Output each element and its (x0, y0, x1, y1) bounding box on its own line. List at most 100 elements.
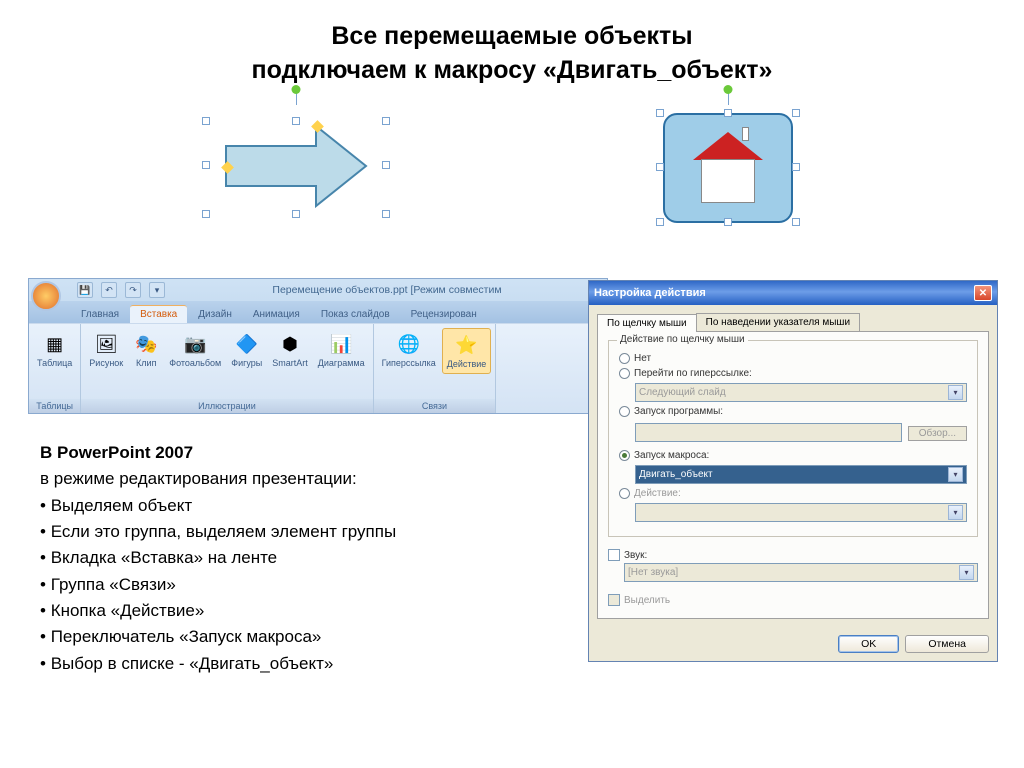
resize-handle[interactable] (202, 161, 210, 169)
radio-macro[interactable]: Запуск макроса: (619, 450, 967, 461)
undo-icon[interactable]: ↶ (101, 282, 117, 298)
picture-button[interactable]: 🖼Рисунок (85, 328, 127, 372)
radio-icon (619, 368, 630, 379)
list-item: Кнопка «Действие» (40, 598, 580, 624)
list-item: Группа «Связи» (40, 572, 580, 598)
redo-icon[interactable]: ↷ (125, 282, 141, 298)
ribbon-tabs: Главная Вставка Дизайн Анимация Показ сл… (29, 301, 607, 323)
radio-icon (619, 488, 630, 499)
table-button[interactable]: ▦ Таблица (33, 328, 76, 372)
album-icon: 📷 (182, 331, 208, 357)
qat-dropdown-icon[interactable]: ▾ (149, 282, 165, 298)
resize-handle[interactable] (292, 210, 300, 218)
ribbon-label: Рисунок (89, 359, 123, 369)
radio-hyperlink[interactable]: Перейти по гиперссылке: (619, 368, 967, 379)
house-shape-selected[interactable] (638, 103, 818, 228)
resize-handle[interactable] (656, 218, 664, 226)
radio-action: Действие: (619, 488, 967, 499)
radio-icon (619, 450, 630, 461)
ribbon-label: Таблица (37, 359, 72, 369)
chevron-down-icon[interactable]: ▾ (948, 467, 963, 482)
album-button[interactable]: 📷 Фотоальбом (165, 328, 225, 372)
chevron-down-icon: ▾ (948, 385, 963, 400)
title-line-2: подключаем к макросу «Двигать_объект» (40, 54, 984, 88)
browse-button: Обзор... (908, 426, 967, 441)
resize-handle[interactable] (792, 163, 800, 171)
office-button[interactable] (31, 281, 61, 311)
cancel-button[interactable]: Отмена (905, 635, 989, 653)
ribbon-label: Действие (447, 360, 487, 370)
arrow-shape-selected[interactable] (206, 103, 386, 228)
chart-button[interactable]: 📊 Диаграмма (314, 328, 369, 372)
instructions-list: Выделяем объект Если это группа, выделяе… (40, 493, 580, 677)
ribbon-group-links: 🌐Гиперссылка ⭐ Действие Связи (374, 324, 497, 413)
resize-handle[interactable] (724, 218, 732, 226)
tab-home[interactable]: Главная (71, 306, 129, 323)
action-icon: ⭐ (454, 332, 480, 358)
smartart-button[interactable]: ⬢SmartArt (268, 328, 312, 372)
resize-handle[interactable] (382, 210, 390, 218)
tab-slideshow[interactable]: Показ слайдов (311, 306, 400, 323)
resize-handle[interactable] (382, 161, 390, 169)
house-body-icon (701, 159, 755, 203)
action-button[interactable]: ⭐ Действие (442, 328, 492, 374)
checkbox-icon (608, 594, 620, 606)
list-item: Переключатель «Запуск макроса» (40, 624, 580, 650)
ok-button[interactable]: OK (838, 635, 899, 653)
shapes-button[interactable]: 🔷Фигуры (227, 328, 266, 372)
radio-label: Действие: (634, 488, 681, 499)
tab-review[interactable]: Рецензирован (401, 306, 487, 323)
group-label: Связи (374, 399, 496, 413)
ribbon-label: Диаграмма (318, 359, 365, 369)
hyperlink-button[interactable]: 🌐Гиперссылка (378, 328, 440, 372)
sound-checkbox-row[interactable]: Звук: (608, 549, 978, 561)
ribbon-label: SmartArt (272, 359, 308, 369)
list-item: Выделяем объект (40, 493, 580, 519)
rotation-handle[interactable] (292, 85, 301, 94)
program-path-input (635, 423, 902, 442)
save-icon[interactable]: 💾 (77, 282, 93, 298)
highlight-checkbox-row: Выделить (608, 594, 978, 606)
list-item: Выбор в списке - «Двигать_объект» (40, 651, 580, 677)
tab-design[interactable]: Дизайн (188, 306, 242, 323)
tab-animation[interactable]: Анимация (243, 306, 310, 323)
hyperlink-icon: 🌐 (396, 331, 422, 357)
slide-title: Все перемещаемые объекты подключаем к ма… (0, 0, 1024, 98)
group-label: Таблицы (29, 399, 80, 413)
resize-handle[interactable] (382, 117, 390, 125)
title-line-1: Все перемещаемые объекты (40, 20, 984, 54)
resize-handle[interactable] (656, 163, 664, 171)
radio-label: Запуск макроса: (634, 450, 709, 461)
action-settings-dialog: Настройка действия ✕ По щелчку мыши По н… (588, 280, 998, 662)
resize-handle[interactable] (202, 117, 210, 125)
macro-combo[interactable]: Двигать_объект ▾ (635, 465, 967, 484)
tab-insert[interactable]: Вставка (130, 305, 187, 323)
ribbon-label: Клип (136, 359, 156, 369)
chart-icon: 📊 (328, 331, 354, 357)
resize-handle[interactable] (792, 109, 800, 117)
group-label: Иллюстрации (81, 399, 372, 413)
tab-on-click[interactable]: По щелчку мыши (597, 314, 697, 332)
resize-handle[interactable] (792, 218, 800, 226)
ribbon-body: ▦ Таблица Таблицы 🖼Рисунок 🎭Клип 📷 Фотоал… (29, 323, 607, 413)
close-button[interactable]: ✕ (974, 285, 992, 301)
clip-button[interactable]: 🎭Клип (129, 328, 163, 372)
list-item: Вкладка «Вставка» на ленте (40, 545, 580, 571)
resize-handle[interactable] (292, 117, 300, 125)
sound-combo: [Нет звука]▾ (624, 563, 978, 582)
dialog-titlebar[interactable]: Настройка действия ✕ (589, 281, 997, 305)
combo-value: Двигать_объект (639, 469, 713, 480)
action-fieldset: Действие по щелчку мыши Нет Перейти по г… (608, 340, 978, 537)
resize-handle[interactable] (724, 109, 732, 117)
ribbon-label: Фотоальбом (169, 359, 221, 369)
resize-handle[interactable] (656, 109, 664, 117)
radio-icon (619, 353, 630, 364)
tab-on-hover[interactable]: По наведении указателя мыши (696, 313, 860, 331)
chevron-down-icon: ▾ (959, 565, 974, 580)
checkbox-icon (608, 549, 620, 561)
radio-program[interactable]: Запуск программы: (619, 406, 967, 417)
rotation-handle[interactable] (724, 85, 733, 94)
resize-handle[interactable] (202, 210, 210, 218)
checkbox-label: Выделить (624, 595, 670, 606)
radio-none[interactable]: Нет (619, 353, 967, 364)
